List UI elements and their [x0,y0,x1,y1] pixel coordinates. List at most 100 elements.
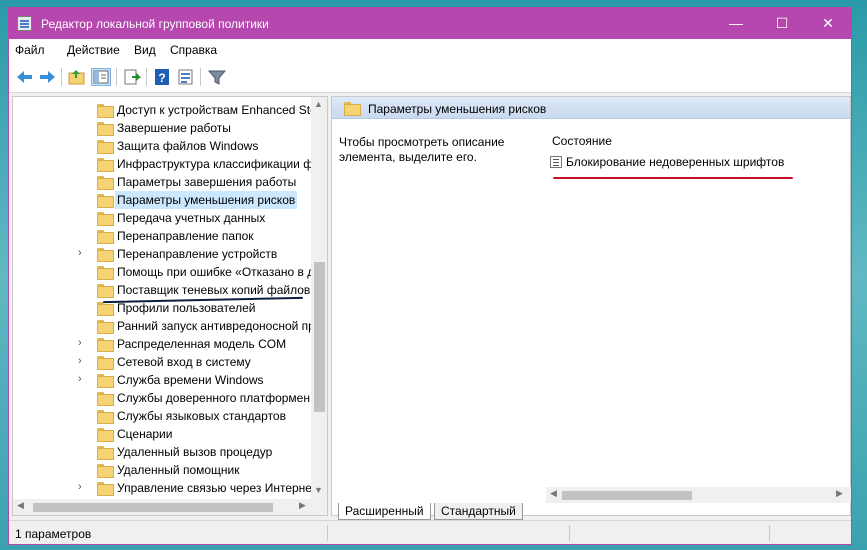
tree-item-label: Профили пользователей [117,301,256,315]
window-title: Редактор локальной групповой политики [41,17,269,31]
tree-item[interactable]: › Сетевой вход в систему [13,353,313,371]
scroll-down-arrow-icon[interactable]: ▼ [314,485,323,495]
properties-icon[interactable] [176,68,196,86]
tree-item[interactable]: Помощь при ошибке «Отказано в д [13,263,313,281]
scroll-up-arrow-icon[interactable]: ▲ [314,99,323,109]
view-tabs: Расширенный Стандартный [332,503,850,520]
status-separator [769,525,770,541]
console-tree[interactable]: Доступ к устройствам Enhanced Sto Заверше… [12,96,328,516]
back-arrow-icon[interactable] [15,68,35,86]
tree-item[interactable]: Передача учетных данных [13,209,313,227]
menu-view[interactable]: Вид [134,43,156,57]
scroll-left-arrow-icon[interactable]: ◀ [17,500,24,511]
tree-item-label: Передача учетных данных [117,211,266,225]
column-header-state[interactable]: Состояние [552,134,612,148]
tab-extended[interactable]: Расширенный [338,503,431,520]
tree-item[interactable]: Удаленный помощник [13,461,313,479]
folder-icon [344,102,361,116]
details-header-title: Параметры уменьшения рисков [368,102,547,116]
tab-standard[interactable]: Стандартный [434,503,523,520]
scroll-right-arrow-icon[interactable]: ▶ [299,500,306,511]
tree-horizontal-scrollbar[interactable]: ◀ ▶ [13,499,327,515]
setting-row[interactable]: Блокирование недоверенных шрифтов [550,155,784,169]
folder-icon [97,140,114,154]
tree-item[interactable]: › Служба времени Windows [13,371,313,389]
tree-item-label: Параметры уменьшения рисков [115,191,298,209]
status-text: 1 параметров [15,527,92,541]
toolbar-separator [200,68,201,86]
gpedit-app-icon [17,16,32,31]
folder-icon [97,176,114,190]
setting-icon [550,156,562,168]
expand-chevron-icon[interactable]: › [78,247,82,259]
tree-item[interactable]: › Распределенная модель COM [13,335,313,353]
menu-file[interactable]: Файл [15,43,45,57]
filter-icon[interactable] [207,68,227,86]
tree-item[interactable]: Доступ к устройствам Enhanced Sto [13,101,313,119]
annotation-underline-red [553,177,793,179]
tree-item-label: Перенаправление папок [117,229,254,243]
tree-item[interactable]: Удаленный вызов процедур [13,443,313,461]
tree-item-label: Распределенная модель COM [117,337,287,351]
tree-item-label: Сетевой вход в систему [117,355,251,369]
minimize-button[interactable]: — [713,8,759,39]
tree-item[interactable]: Поставщик теневых копий файлов [13,281,313,299]
folder-icon [97,122,114,136]
tree-item-label: Управление связью через Интернет [117,481,313,495]
expand-chevron-icon[interactable]: › [78,373,82,385]
tree-hscroll-thumb[interactable] [33,503,273,512]
tree-item[interactable]: Службы языковых стандартов [13,407,313,425]
export-list-icon[interactable] [122,68,142,86]
details-pane: Параметры уменьшения рисков Чтобы просмо… [331,96,851,520]
tree-item[interactable]: › Управление связью через Интернет [13,479,313,497]
tree-vscroll-thumb[interactable] [314,262,325,412]
tree-item-label: Сценарии [117,427,173,441]
folder-icon [97,194,114,208]
folder-icon [97,410,114,424]
folder-icon [97,302,114,316]
setting-label: Блокирование недоверенных шрифтов [566,155,785,169]
forward-arrow-icon[interactable] [37,68,57,86]
tree-item-label: Удаленный вызов процедур [117,445,273,459]
folder-icon [97,230,114,244]
tree-item-label: Служба времени Windows [117,373,264,387]
scroll-left-arrow-icon[interactable]: ◀ [550,488,557,499]
maximize-button[interactable]: ☐ [759,8,805,39]
folder-icon [97,356,114,370]
toolbar-separator [61,68,62,86]
tree-item[interactable]: Параметры завершения работы [13,173,313,191]
tree-item-label: Службы языковых стандартов [117,409,286,423]
tree-item[interactable]: Защита файлов Windows [13,137,313,155]
help-icon[interactable]: ? [152,68,172,86]
folder-icon [97,284,114,298]
tree-vertical-scrollbar[interactable]: ▲ ▼ [311,97,327,499]
tree-item[interactable]: Службы доверенного платформен [13,389,313,407]
close-button[interactable]: ✕ [805,8,851,39]
tree-item[interactable]: › Перенаправление устройств [13,245,313,263]
expand-chevron-icon[interactable]: › [78,355,82,367]
toolbar-separator [116,68,117,86]
menu-help[interactable]: Справка [170,43,217,57]
tree-item-label: Ранний запуск антивредоносной пр [117,319,313,333]
tree-item-label: Доступ к устройствам Enhanced Sto [117,103,313,117]
tree-item-label: Службы доверенного платформен [117,391,310,405]
menu-action[interactable]: Действие [67,43,120,57]
tree-item-selected[interactable]: Параметры уменьшения рисков [13,191,313,209]
tree-item-label: Помощь при ошибке «Отказано в д [117,265,313,279]
tree-item[interactable]: Ранний запуск антивредоносной пр [13,317,313,335]
tree-item[interactable]: Завершение работы [13,119,313,137]
expand-chevron-icon[interactable]: › [78,481,82,493]
tree-item[interactable]: Инфраструктура классификации ф [13,155,313,173]
tree-item-label: Завершение работы [117,121,231,135]
tree-item[interactable]: Сценарии [13,425,313,443]
title-bar[interactable]: Редактор локальной групповой политики — … [9,8,851,39]
up-folder-icon[interactable] [67,68,87,86]
scroll-right-arrow-icon[interactable]: ▶ [836,488,843,499]
details-horizontal-scrollbar[interactable]: ◀ ▶ [546,487,851,503]
expand-chevron-icon[interactable]: › [78,337,82,349]
tree-item[interactable]: Перенаправление папок [13,227,313,245]
show-hide-tree-icon[interactable] [91,68,111,86]
folder-icon [97,320,114,334]
details-hscroll-thumb[interactable] [562,491,692,500]
folder-icon [97,464,114,478]
